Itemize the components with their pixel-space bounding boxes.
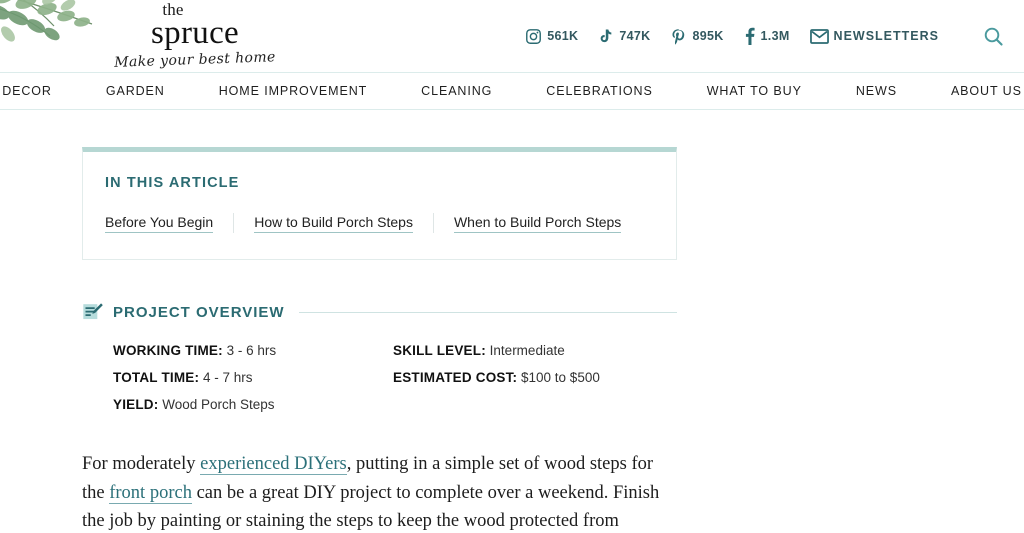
social-count-tiktok: 747K [619, 29, 651, 43]
project-specs: WORKING TIME: 3 - 6 hrs TOTAL TIME: 4 - … [82, 343, 1024, 424]
nav-item-home-improvement[interactable]: HOME IMPROVEMENT [192, 84, 394, 98]
paragraph-text-part1: For moderately [82, 454, 201, 474]
nav-item-about-us[interactable]: ABOUT US [924, 84, 1024, 98]
spec-label-estimated-cost: ESTIMATED COST: [393, 370, 518, 385]
link-divider [432, 213, 434, 233]
spec-total-time: TOTAL TIME: 4 - 7 hrs [113, 370, 393, 386]
notepad-pencil-icon [83, 303, 103, 320]
in-this-article-title: IN THIS ARTICLE [105, 175, 240, 191]
social-count-instagram: 561K [547, 29, 579, 43]
spec-working-time: WORKING TIME: 3 - 6 hrs [113, 343, 393, 359]
jump-link-when-to-build-porch-steps[interactable]: When to Build Porch Steps [453, 214, 622, 233]
project-overview-header: PROJECT OVERVIEW [82, 302, 677, 323]
social-link-pinterest[interactable]: 895K [670, 28, 723, 45]
social-link-instagram[interactable]: 561K [525, 28, 578, 45]
spec-label-working-time: WORKING TIME: [113, 343, 223, 358]
nav-item-news[interactable]: NEWS [829, 84, 924, 98]
search-button[interactable] [983, 26, 1004, 47]
nav-item-what-to-buy[interactable]: WHAT TO BUY [680, 84, 829, 98]
spec-label-skill-level: SKILL LEVEL: [393, 343, 486, 358]
in-this-article-links: Before You Begin How to Build Porch Step… [105, 213, 654, 233]
jump-link-before-you-begin[interactable]: Before You Begin [105, 214, 214, 233]
social-link-tiktok[interactable]: 747K [598, 27, 650, 45]
nav-item-decor[interactable]: DECOR [0, 84, 79, 98]
article-intro-paragraph: For moderately experienced DIYers, putti… [82, 450, 674, 533]
spec-value-skill-level: Intermediate [489, 343, 565, 358]
pinterest-icon [672, 28, 685, 45]
newsletters-link[interactable]: NEWSLETTERS [809, 28, 939, 44]
nav-item-garden[interactable]: GARDEN [79, 84, 192, 98]
link-divider [233, 213, 235, 233]
spec-estimated-cost: ESTIMATED COST: $100 to $500 [393, 370, 673, 386]
site-header: the spruce Make your best home 561K 747K… [0, 0, 1024, 72]
section-rule [298, 312, 677, 313]
nav-item-celebrations[interactable]: CELEBRATIONS [519, 84, 679, 98]
spec-value-estimated-cost: $100 to $500 [521, 370, 600, 385]
instagram-icon [526, 28, 542, 44]
header-utilities: 561K 747K 895K 1.3M NEWSLETTERS [525, 26, 1024, 47]
project-specs-right-column: SKILL LEVEL: Intermediate ESTIMATED COST… [393, 343, 673, 424]
article-link-front-porch[interactable]: front porch [109, 482, 192, 504]
envelope-icon [809, 28, 829, 44]
spec-value-working-time: 3 - 6 hrs [226, 343, 277, 358]
spec-value-yield: Wood Porch Steps [162, 397, 275, 412]
search-icon [984, 27, 1003, 46]
tiktok-icon [601, 29, 612, 43]
logo-tagline: Make your best home [114, 49, 276, 71]
article-main: IN THIS ARTICLE Before You Begin How to … [0, 147, 1024, 533]
project-specs-left-column: WORKING TIME: 3 - 6 hrs TOTAL TIME: 4 - … [113, 343, 393, 424]
spec-yield: YIELD: Wood Porch Steps [113, 397, 393, 413]
primary-navigation: DECOR GARDEN HOME IMPROVEMENT CLEANING C… [0, 72, 1024, 110]
social-link-facebook[interactable]: 1.3M [744, 27, 790, 45]
project-overview-title: PROJECT OVERVIEW [113, 304, 285, 321]
site-logo[interactable]: the spruce Make your best home [0, 0, 300, 72]
newsletters-label: NEWSLETTERS [833, 29, 939, 43]
spec-label-yield: YIELD: [113, 397, 159, 412]
logo-spruce-text: spruce [151, 15, 239, 51]
spec-skill-level: SKILL LEVEL: Intermediate [393, 343, 673, 359]
social-count-facebook: 1.3M [760, 29, 790, 43]
facebook-icon [745, 27, 755, 45]
spec-value-total-time: 4 - 7 hrs [202, 370, 253, 385]
social-count-pinterest: 895K [692, 29, 724, 43]
in-this-article-box: IN THIS ARTICLE Before You Begin How to … [82, 147, 677, 260]
spec-label-total-time: TOTAL TIME: [113, 370, 200, 385]
article-link-experienced-diyers[interactable]: experienced DIYers [200, 454, 347, 475]
jump-link-how-to-build-porch-steps[interactable]: How to Build Porch Steps [254, 214, 413, 233]
nav-item-cleaning[interactable]: CLEANING [394, 84, 519, 98]
